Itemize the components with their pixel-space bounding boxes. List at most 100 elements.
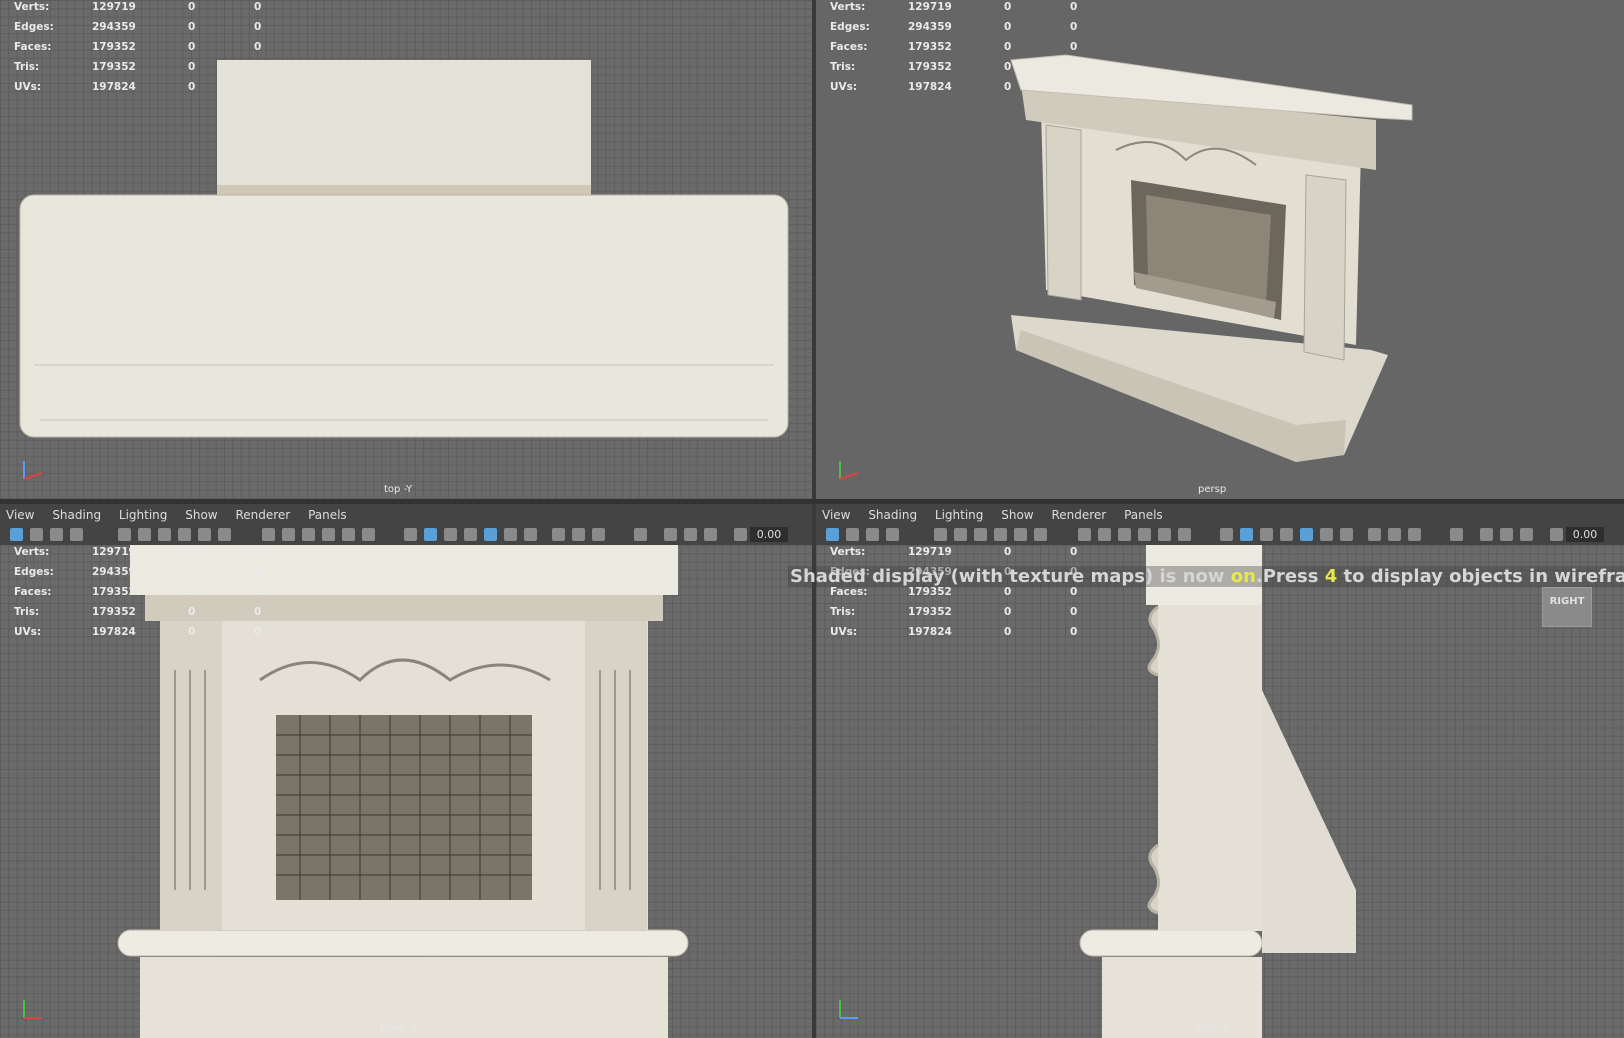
safe-action-icon[interactable] [1034, 528, 1047, 541]
menu-show[interactable]: Show [185, 504, 217, 526]
default-material-icon[interactable] [1138, 528, 1151, 541]
image-plane-icon[interactable] [70, 528, 83, 541]
shadows-icon[interactable] [464, 528, 477, 541]
hud-value: 0 [1004, 586, 1012, 598]
fireplace-top-model[interactable] [0, 0, 812, 499]
motion-blur-icon[interactable] [1388, 528, 1401, 541]
lights-icon[interactable] [1260, 528, 1273, 541]
hud-label: Faces: [14, 586, 52, 598]
menu-shading[interactable]: Shading [52, 504, 101, 526]
message-text: Shaded display (with texture maps) is no… [790, 566, 1231, 587]
motion-blur-icon[interactable] [572, 528, 585, 541]
hud-value: 179352 [92, 586, 136, 598]
lights-icon[interactable] [444, 528, 457, 541]
exposure-field[interactable]: 0.00 [750, 527, 788, 542]
select-tool-icon[interactable] [634, 528, 647, 541]
bookmark-icon[interactable] [866, 528, 879, 541]
camera-attributes-icon[interactable] [846, 528, 859, 541]
field-chart-icon[interactable] [198, 528, 211, 541]
smooth-shade-icon[interactable] [302, 528, 315, 541]
hud-value: 294359 [92, 566, 136, 578]
panel-menubar-front: View Shading Lighting Show Renderer Pane… [0, 504, 812, 526]
view-cube[interactable]: RIGHT [1542, 587, 1592, 627]
xray-icon[interactable] [362, 528, 375, 541]
exposure-icon[interactable] [1480, 528, 1493, 541]
xray-active-icon[interactable] [1220, 528, 1233, 541]
menu-renderer[interactable]: Renderer [1051, 504, 1106, 526]
camera-label: side -X [1196, 1023, 1230, 1034]
camera-attributes-icon[interactable] [30, 528, 43, 541]
film-gate-icon[interactable] [138, 528, 151, 541]
message-text: to display objects in wireframe mo [1343, 566, 1624, 587]
hud-value: 0 [188, 566, 196, 578]
viewport-top[interactable]: Verts: 129719 0 0 Edges: 294359 0 0 Faces: 1793… [0, 0, 812, 499]
hud-label: Faces: [830, 586, 868, 598]
camera-lock-icon[interactable] [118, 528, 131, 541]
select-camera-icon[interactable] [826, 528, 839, 541]
xray-icon[interactable] [1178, 528, 1191, 541]
wireframe-icon[interactable] [282, 528, 295, 541]
menu-lighting[interactable]: Lighting [119, 504, 168, 526]
menu-view[interactable]: View [6, 504, 34, 526]
depth-of-field-icon[interactable] [552, 528, 565, 541]
viewport-front[interactable]: Verts: 129719 0 0 Edges: 294359 0 0 Faces: 1793… [0, 545, 812, 1038]
refresh-icon[interactable] [1550, 528, 1563, 541]
image-plane-icon[interactable] [886, 528, 899, 541]
smooth-shade-icon[interactable] [1118, 528, 1131, 541]
isolate-icon[interactable] [484, 528, 497, 541]
textured-icon[interactable] [1240, 528, 1253, 541]
gamma-icon[interactable] [684, 528, 697, 541]
antialias-icon[interactable] [1340, 528, 1353, 541]
menu-renderer[interactable]: Renderer [235, 504, 290, 526]
exposure-icon[interactable] [664, 528, 677, 541]
axis-gizmo-icon [839, 461, 859, 480]
hud-value: 197824 [908, 626, 952, 638]
field-chart-icon[interactable] [1014, 528, 1027, 541]
refresh-icon[interactable] [734, 528, 747, 541]
isolate-icon[interactable] [1300, 528, 1313, 541]
wireframe-on-shaded-icon[interactable] [1158, 528, 1171, 541]
wireframe-icon[interactable] [1098, 528, 1111, 541]
hud-icon[interactable] [1408, 528, 1421, 541]
antialias-icon[interactable] [524, 528, 537, 541]
textured-icon[interactable] [424, 528, 437, 541]
color-management-icon[interactable] [1520, 528, 1533, 541]
gamma-icon[interactable] [1500, 528, 1513, 541]
color-management-icon[interactable] [704, 528, 717, 541]
default-material-icon[interactable] [322, 528, 335, 541]
bookmark-icon[interactable] [50, 528, 63, 541]
camera-lock-icon[interactable] [934, 528, 947, 541]
grid-icon[interactable] [262, 528, 275, 541]
exposure-field[interactable]: 0.00 [1566, 527, 1604, 542]
menu-panels[interactable]: Panels [1124, 504, 1163, 526]
film-gate-icon[interactable] [954, 528, 967, 541]
hud-value: 179352 [908, 586, 952, 598]
axis-gizmo-icon [839, 1000, 858, 1019]
ambient-occlusion-icon[interactable] [504, 528, 517, 541]
hud-value: 0 [1070, 606, 1078, 618]
hud-value: 0 [1070, 586, 1078, 598]
viewport-side[interactable]: Verts: 129719 0 0 Edges: 294359 0 0 Faces: 1793… [816, 545, 1624, 1038]
menu-lighting[interactable]: Lighting [935, 504, 984, 526]
camera-label: persp [1198, 484, 1227, 495]
ambient-occlusion-icon[interactable] [1320, 528, 1333, 541]
menu-shading[interactable]: Shading [868, 504, 917, 526]
viewport-persp[interactable]: Verts: 129719 0 0 Edges: 294359 0 0 Faces: 1793… [816, 0, 1624, 499]
select-tool-icon[interactable] [1450, 528, 1463, 541]
grid-icon[interactable] [1078, 528, 1091, 541]
menu-view[interactable]: View [822, 504, 850, 526]
gate-mask-icon[interactable] [994, 528, 1007, 541]
gate-mask-icon[interactable] [178, 528, 191, 541]
menu-panels[interactable]: Panels [308, 504, 347, 526]
wireframe-on-shaded-icon[interactable] [342, 528, 355, 541]
menu-show[interactable]: Show [1001, 504, 1033, 526]
fireplace-persp-model[interactable] [816, 0, 1624, 499]
shadows-icon[interactable] [1280, 528, 1293, 541]
resolution-gate-icon[interactable] [158, 528, 171, 541]
depth-of-field-icon[interactable] [1368, 528, 1381, 541]
safe-action-icon[interactable] [218, 528, 231, 541]
resolution-gate-icon[interactable] [974, 528, 987, 541]
hud-icon[interactable] [592, 528, 605, 541]
select-camera-icon[interactable] [10, 528, 23, 541]
xray-active-icon[interactable] [404, 528, 417, 541]
